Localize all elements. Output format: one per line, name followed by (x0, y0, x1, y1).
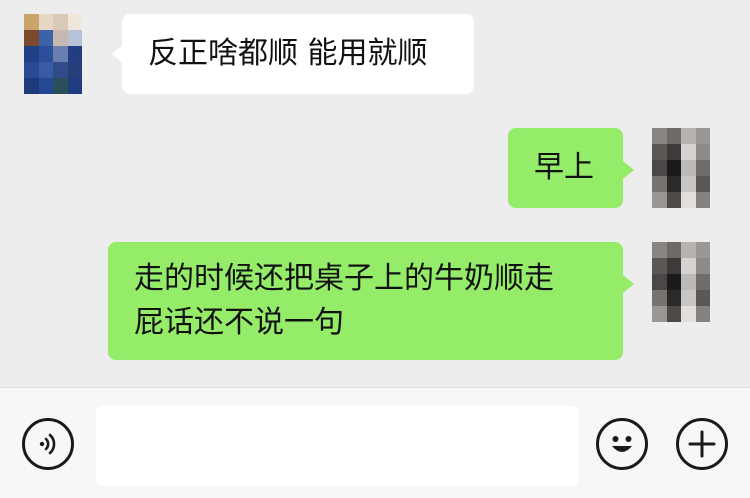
emoji-icon (612, 436, 632, 452)
more-button[interactable] (676, 418, 728, 470)
outgoing-bubble-tail (623, 275, 634, 293)
message-text: 反正啥都顺 能用就顺 (148, 36, 428, 71)
message-input[interactable] (96, 406, 578, 486)
outgoing-message-bubble[interactable]: 早上 (508, 128, 623, 208)
voice-icon (39, 433, 56, 455)
plus-icon (688, 430, 716, 458)
voice-button[interactable] (22, 418, 74, 470)
outgoing-bubble-tail (623, 161, 634, 179)
my-avatar[interactable] (652, 242, 710, 322)
input-bar (0, 387, 750, 498)
incoming-message-bubble[interactable]: 反正啥都顺 能用就顺 (122, 14, 474, 94)
message-text-line: 屁话还不说一句 (134, 305, 344, 340)
chat-area: 反正啥都顺 能用就顺 早上 走的时候还把桌子上的牛奶顺走 屁话还不说一句 (0, 0, 750, 387)
emoji-button[interactable] (596, 418, 648, 470)
message-text: 早上 (534, 150, 594, 185)
outgoing-message-bubble[interactable]: 走的时候还把桌子上的牛奶顺走 屁话还不说一句 (108, 242, 623, 360)
contact-avatar[interactable] (24, 14, 82, 94)
my-avatar[interactable] (652, 128, 710, 208)
message-text-line: 走的时候还把桌子上的牛奶顺走 (134, 261, 554, 296)
